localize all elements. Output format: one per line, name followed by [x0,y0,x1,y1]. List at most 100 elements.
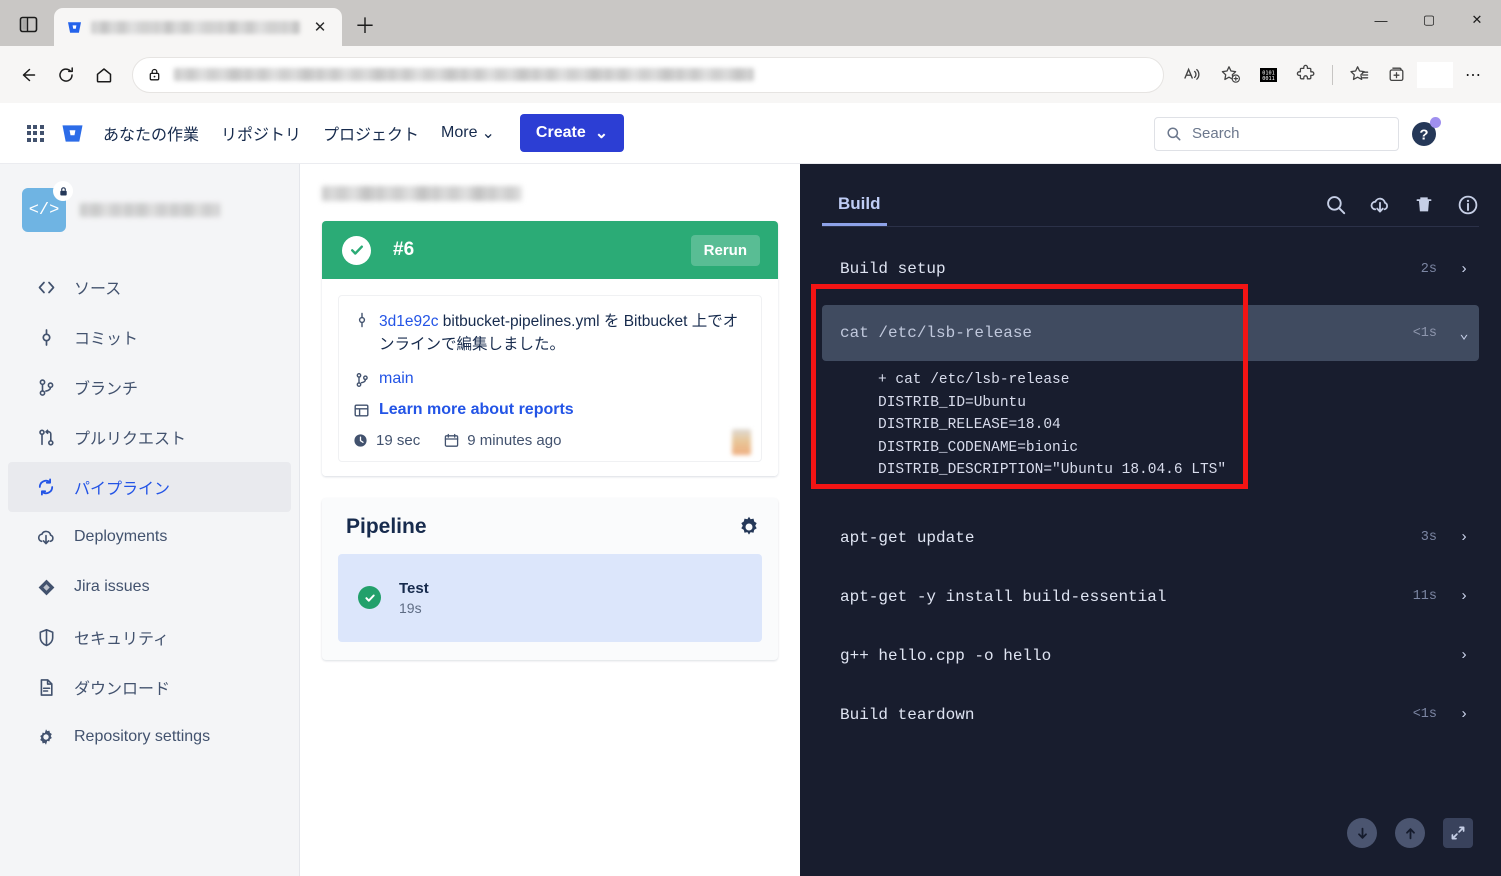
read-aloud-icon[interactable] [1174,57,1210,93]
pipeline-step-test[interactable]: Test 19s [338,554,762,642]
chevron-right-icon[interactable]: › [1457,706,1471,723]
build-log-header: Build [822,164,1479,226]
search-icon[interactable] [1325,194,1347,216]
more-options-icon[interactable]: ⋯ [1455,57,1491,93]
sidebar-item-label: パイプライン [74,475,170,499]
log-row-build-teardown[interactable]: Build teardown <1s › [822,687,1479,743]
split-panel-icon[interactable] [8,6,48,42]
sidebar-item-label: コミット [74,325,138,349]
app-switcher-icon[interactable] [18,116,52,150]
chevron-right-icon[interactable]: › [1457,647,1471,664]
pipeline-detail-column: #6 Rerun 3d1e92c bitbucket-pipelines.yml… [300,164,800,876]
success-check-icon [358,586,381,609]
breadcrumb [322,186,522,201]
create-button[interactable]: Create ⌄ [520,114,624,152]
gear-icon [34,727,58,747]
trash-icon[interactable] [1413,194,1435,216]
home-icon[interactable] [86,57,122,93]
window-close-icon[interactable]: ✕ [1453,0,1501,40]
chevron-down-icon: ⌄ [595,123,608,143]
chevron-right-icon[interactable]: › [1457,261,1471,278]
sidebar-item-label: ソース [74,275,121,299]
build-log-tools [1325,194,1479,226]
tab-build[interactable]: Build [822,194,887,226]
branch-link[interactable]: main [379,370,414,388]
build-summary-body: 3d1e92c bitbucket-pipelines.yml を Bitbuc… [322,279,778,476]
log-row-cat-lsb-release[interactable]: cat /etc/lsb-release <1s ⌄ [822,305,1479,361]
sidebar-item-jira-issues[interactable]: Jira issues [8,562,291,612]
gear-icon[interactable] [736,514,762,540]
log-row-build-setup[interactable]: Build setup 2s › [822,241,1479,297]
log-row-gpp-compile[interactable]: g++ hello.cpp -o hello › [822,628,1479,684]
chevron-right-icon[interactable]: › [1457,529,1471,546]
build-summary-card: #6 Rerun 3d1e92c bitbucket-pipelines.yml… [322,221,778,476]
sidebar-item-repository-settings[interactable]: Repository settings [8,712,291,762]
pipelines-icon [34,477,58,497]
nav-link-repositories[interactable]: リポジトリ [210,114,312,152]
branch-icon [34,378,58,397]
chevron-down-icon[interactable]: ⌄ [1457,324,1471,343]
search-input[interactable]: Search [1154,117,1399,151]
repository-header[interactable]: </> [0,180,299,240]
sidebar-item-security[interactable]: セキュリティ [8,612,291,662]
binary-extension-icon[interactable]: 01010011 [1250,57,1286,93]
rerun-button[interactable]: Rerun [691,235,760,266]
help-notification-badge [1430,117,1441,128]
collections-icon[interactable] [1341,57,1377,93]
info-icon[interactable] [1457,194,1479,216]
chevron-right-icon[interactable]: › [1457,588,1471,605]
nav-link-projects[interactable]: プロジェクト [312,114,430,152]
address-bar[interactable] [132,57,1164,93]
build-meta-row: 19 sec 9 minutes ago [353,432,747,449]
nav-label: プロジェクト [323,121,419,145]
scroll-to-bottom-icon[interactable] [1347,818,1377,848]
profile-avatar[interactable] [1417,62,1453,88]
reports-link[interactable]: Learn more about reports [379,401,574,419]
log-row-apt-get-install[interactable]: apt-get -y install build-essential 11s › [822,569,1479,625]
commit-description: 3d1e92c bitbucket-pipelines.yml を Bitbuc… [379,310,747,357]
nav-link-your-work[interactable]: あなたの作業 [92,114,210,152]
sidebar-nav-list: ソース コミット ブランチ [0,262,299,762]
add-tab-group-icon[interactable] [1379,57,1415,93]
back-arrow-icon[interactable] [10,57,46,93]
maximize-icon[interactable]: ▢ [1405,0,1453,40]
build-log-panel: Build [800,164,1501,876]
repository-sidebar: </> ソース コミット [0,164,300,876]
sidebar-item-commits[interactable]: コミット [8,312,291,362]
sidebar-item-source[interactable]: ソース [8,262,291,312]
lock-icon [53,181,73,201]
scroll-to-top-icon[interactable] [1395,818,1425,848]
sidebar-item-label: Repository settings [74,728,210,746]
log-floating-actions [1347,818,1473,848]
user-avatar[interactable] [1449,120,1483,148]
branch-icon [353,370,370,388]
new-tab-icon[interactable]: ＋ [348,8,382,42]
log-row-duration: 11s [1413,589,1437,604]
minimize-icon[interactable]: — [1357,0,1405,40]
sidebar-item-label: ブランチ [74,375,138,399]
sidebar-item-pipelines[interactable]: パイプライン [8,462,291,512]
nav-link-more[interactable]: More ⌄ [430,116,506,150]
reports-table-icon [353,401,370,418]
shield-icon [34,628,58,647]
sidebar-item-downloads[interactable]: ダウンロード [8,662,291,712]
fullscreen-icon[interactable] [1443,818,1473,848]
sidebar-item-branches[interactable]: ブランチ [8,362,291,412]
browser-window: ✕ ＋ — ▢ ✕ [0,0,1501,876]
commit-hash-link[interactable]: 3d1e92c [379,313,438,330]
sidebar-item-label: Jira issues [74,578,150,596]
help-button[interactable]: ? [1409,119,1439,149]
log-row-apt-get-update[interactable]: apt-get update 3s › [822,510,1479,566]
download-cloud-icon[interactable] [1369,194,1391,216]
author-avatar[interactable] [732,429,751,455]
time-meta: 9 minutes ago [444,432,561,449]
extensions-icon[interactable] [1288,57,1324,93]
sidebar-item-pull-requests[interactable]: プルリクエスト [8,412,291,462]
add-favorite-icon[interactable] [1212,57,1248,93]
bitbucket-logo-icon[interactable] [52,116,92,150]
reload-icon[interactable] [48,57,84,93]
pipeline-step-info: Test 19s [399,580,429,616]
browser-tab[interactable]: ✕ [54,8,342,46]
sidebar-item-deployments[interactable]: Deployments [8,512,291,562]
close-icon[interactable]: ✕ [308,15,332,39]
